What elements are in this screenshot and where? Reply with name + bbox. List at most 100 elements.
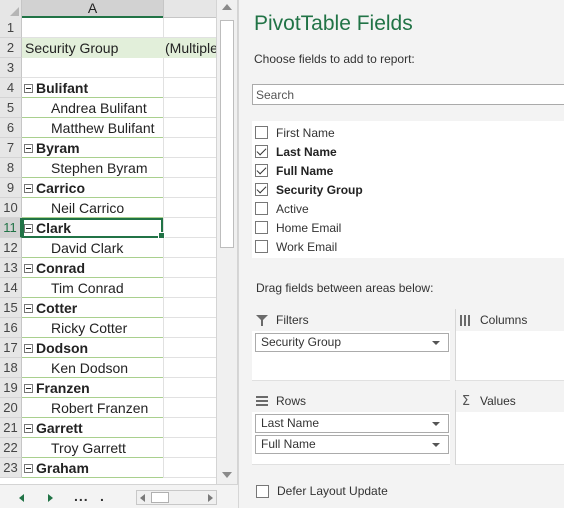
values-area[interactable]: Σ Values [455, 390, 564, 465]
field-list-item[interactable]: Active [252, 199, 564, 218]
collapse-icon[interactable] [24, 423, 33, 433]
horizontal-scroll-thumb[interactable] [151, 492, 169, 503]
active-cell[interactable]: Clark [22, 218, 165, 239]
row-number[interactable]: 5 [0, 98, 22, 118]
cell-a[interactable]: Cotter [22, 298, 163, 318]
collapse-icon[interactable] [24, 263, 33, 273]
filters-area-drop-zone[interactable]: Security Group [252, 331, 450, 381]
row-number[interactable]: 16 [0, 318, 22, 338]
row-number[interactable]: 11 [0, 218, 22, 238]
cell-b[interactable] [163, 238, 216, 258]
rows-area-drop-zone[interactable]: Last Name Full Name [252, 412, 450, 465]
collapse-icon[interactable] [24, 223, 33, 233]
cell-a[interactable]: Matthew Bulifant [22, 118, 163, 138]
field-checkbox[interactable] [255, 202, 268, 215]
previous-sheet-icon[interactable] [19, 494, 24, 502]
field-list-item[interactable]: Work Email [252, 237, 564, 256]
chevron-down-icon[interactable] [432, 422, 440, 426]
next-sheet-icon[interactable] [48, 494, 53, 502]
values-area-drop-zone[interactable] [456, 412, 564, 465]
row-field-full-name[interactable]: Full Name [255, 435, 449, 454]
cell-a[interactable]: David Clark [22, 238, 163, 258]
cell-b[interactable] [163, 138, 216, 158]
filter-field-security-group[interactable]: Security Group [255, 333, 449, 352]
row-number[interactable]: 17 [0, 338, 22, 358]
row-number[interactable]: 14 [0, 278, 22, 298]
cell-a[interactable]: Tim Conrad [22, 278, 163, 298]
chevron-down-icon[interactable] [432, 443, 440, 447]
row-number[interactable]: 15 [0, 298, 22, 318]
row-number[interactable]: 13 [0, 258, 22, 278]
collapse-icon[interactable] [24, 343, 33, 353]
cell-b[interactable] [163, 318, 216, 338]
cell-a[interactable]: Ken Dodson [22, 358, 163, 378]
column-a-header[interactable]: A [22, 0, 163, 18]
row-number[interactable]: 22 [0, 438, 22, 458]
field-list-item[interactable]: Full Name [252, 161, 564, 180]
cell-b[interactable] [163, 18, 216, 38]
row-number[interactable]: 1 [0, 18, 22, 38]
collapse-icon[interactable] [24, 303, 33, 313]
cell-b[interactable] [163, 58, 216, 78]
rows-area[interactable]: Rows Last Name Full Name [252, 390, 450, 465]
horizontal-scrollbar[interactable] [136, 490, 217, 505]
row-number[interactable]: 9 [0, 178, 22, 198]
field-checkbox[interactable] [255, 183, 268, 196]
field-checkbox[interactable] [255, 145, 268, 158]
cell-b[interactable] [163, 78, 216, 98]
row-number[interactable]: 18 [0, 358, 22, 378]
vertical-scrollbar[interactable] [216, 0, 238, 484]
cell-b[interactable] [163, 158, 216, 178]
cell-a[interactable]: Graham [22, 458, 163, 478]
cell-a[interactable]: Stephen Byram [22, 158, 163, 178]
cell-a[interactable]: Andrea Bulifant [22, 98, 163, 118]
row-number[interactable]: 4 [0, 78, 22, 98]
cell-a[interactable]: Neil Carrico [22, 198, 163, 218]
defer-layout-update-checkbox[interactable] [256, 484, 269, 498]
cell-a[interactable]: Franzen [22, 378, 163, 398]
cell-a[interactable]: Robert Franzen [22, 398, 163, 418]
cell-b[interactable] [163, 338, 216, 358]
cell-b[interactable] [163, 378, 216, 398]
row-field-last-name[interactable]: Last Name [255, 414, 449, 433]
report-filter-value[interactable]: (Multiple [165, 38, 216, 58]
chevron-down-icon[interactable] [432, 341, 440, 345]
field-list-item[interactable]: Security Group [252, 180, 564, 199]
cell-a[interactable]: Carrico [22, 178, 163, 198]
scroll-left-icon[interactable] [140, 494, 145, 502]
filters-area[interactable]: Filters Security Group [252, 309, 450, 381]
scroll-right-icon[interactable] [208, 494, 213, 502]
cell-b[interactable] [163, 458, 216, 478]
cell-b[interactable] [163, 418, 216, 438]
row-number[interactable]: 8 [0, 158, 22, 178]
cell-b[interactable] [163, 198, 216, 218]
cell-a[interactable]: Byram [22, 138, 163, 158]
collapse-icon[interactable] [24, 463, 33, 473]
field-list-item[interactable]: First Name [252, 123, 564, 142]
vertical-scroll-thumb[interactable] [220, 20, 234, 248]
field-checkbox[interactable] [255, 240, 268, 253]
cell-b[interactable] [163, 398, 216, 418]
cell-a[interactable]: Bulifant [22, 78, 163, 98]
cell-b[interactable] [163, 118, 216, 138]
row-number[interactable]: 23 [0, 458, 22, 478]
more-sheets-left-button[interactable]: ... [74, 488, 89, 504]
cell-a[interactable]: Troy Garrett [22, 438, 163, 458]
cell-b[interactable] [163, 438, 216, 458]
columns-area[interactable]: Columns [455, 309, 564, 381]
field-list-item[interactable]: Home Email [252, 218, 564, 237]
field-checkbox[interactable] [255, 126, 268, 139]
cell-a[interactable] [22, 18, 163, 38]
field-checkbox[interactable] [255, 221, 268, 234]
collapse-icon[interactable] [24, 183, 33, 193]
collapse-icon[interactable] [24, 383, 33, 393]
collapse-icon[interactable] [24, 83, 33, 93]
cell-a[interactable]: Security Group (Multiple [22, 38, 216, 58]
cell-a[interactable]: Conrad [22, 258, 163, 278]
row-number[interactable]: 6 [0, 118, 22, 138]
row-number[interactable]: 3 [0, 58, 22, 78]
cell-b[interactable] [163, 218, 216, 238]
cell-a[interactable]: Ricky Cotter [22, 318, 163, 338]
cell-a[interactable]: Garrett [22, 418, 163, 438]
row-number[interactable]: 2 [0, 38, 22, 58]
